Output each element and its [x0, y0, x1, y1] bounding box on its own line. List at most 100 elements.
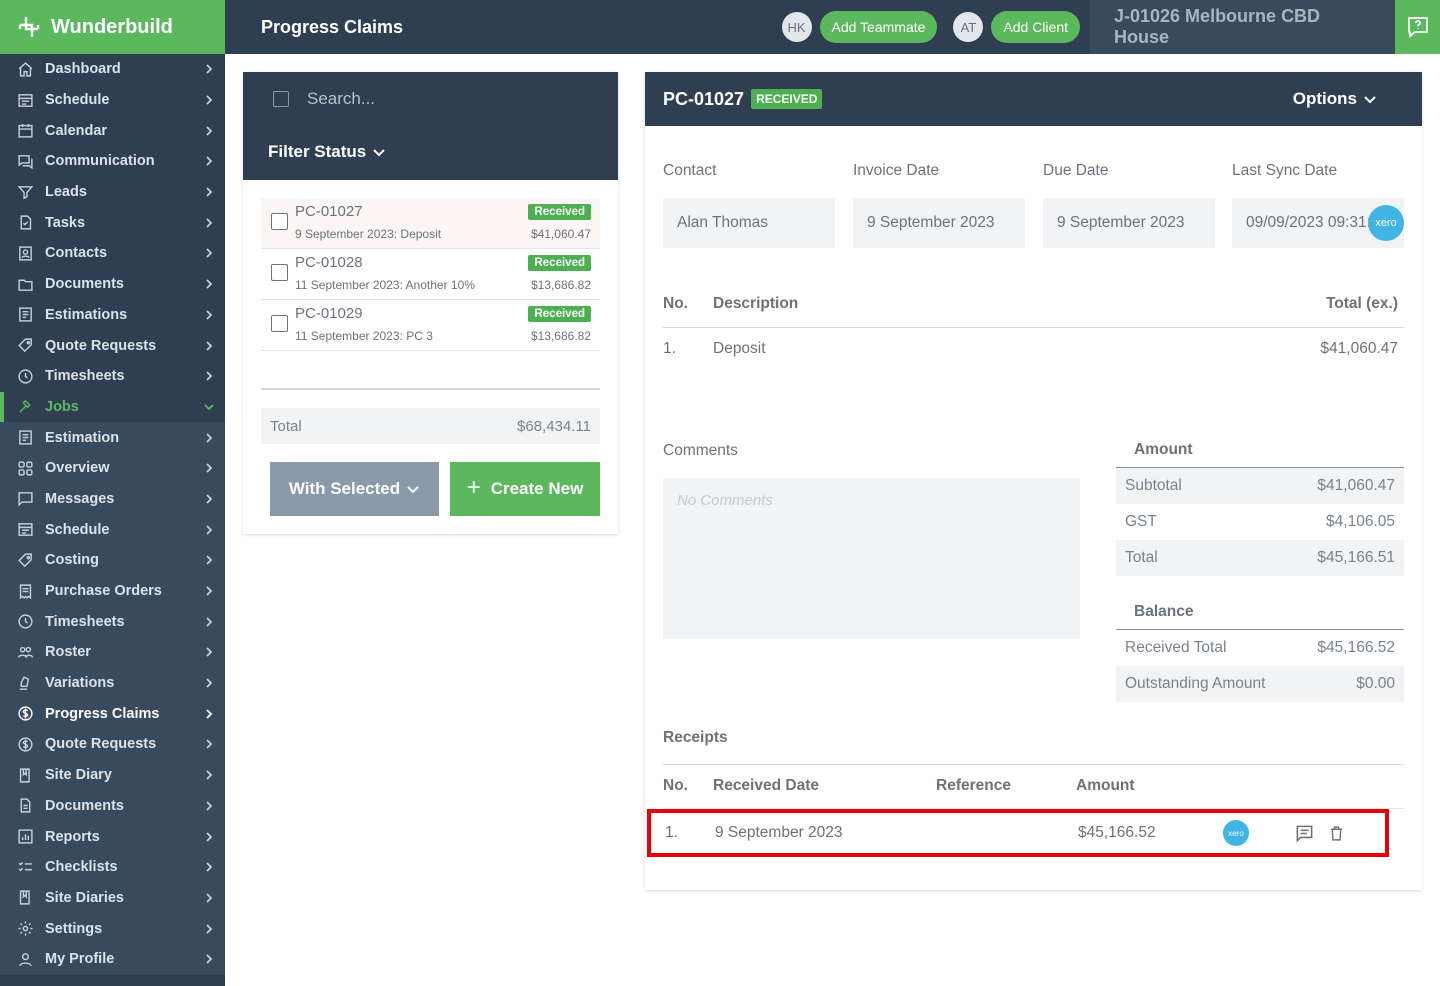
sidebar-item-reports[interactable]: Reports: [0, 821, 225, 852]
add-teammate-button[interactable]: Add Teammate: [819, 11, 938, 43]
sidebar-item-messages[interactable]: Messages: [0, 483, 225, 515]
chevron-right-icon: [206, 831, 213, 842]
sidebar-item-quote-requests[interactable]: Quote Requests: [0, 330, 225, 361]
invoice-date-field[interactable]: 9 September 2023: [853, 198, 1025, 248]
hammer-icon: [16, 398, 34, 416]
sidebar-item-label: Timesheets: [45, 613, 125, 630]
receipts-header: No. Received Date Reference Amount: [663, 764, 1404, 809]
sidebar-item-settings[interactable]: Settings: [0, 913, 225, 944]
job-name[interactable]: J-01026 Melbourne CBD House: [1090, 0, 1395, 54]
avatar-at[interactable]: AT: [953, 12, 984, 42]
chevron-right-icon: [206, 678, 213, 688]
claim-row[interactable]: PC-01027 9 September 2023: Deposit Recei…: [261, 198, 600, 249]
detail-header: PC-01027 RECEIVED Options: [645, 72, 1422, 126]
sidebar-item-tasks[interactable]: Tasks: [0, 207, 225, 238]
sidebar-item-quote-requests[interactable]: Quote Requests: [0, 729, 225, 760]
filter-status-dropdown[interactable]: Filter Status: [268, 142, 386, 162]
comments-field[interactable]: No Comments: [663, 478, 1080, 639]
comment-icon[interactable]: [1293, 822, 1315, 844]
sidebar-item-label: Calendar: [45, 122, 108, 139]
claim-amount: $13,686.82: [530, 278, 591, 292]
sidebar-item-timesheets[interactable]: Timesheets: [0, 606, 225, 638]
select-all-checkbox[interactable]: [273, 91, 289, 107]
page-title: Progress Claims: [261, 16, 404, 37]
chevron-right-icon: [206, 739, 213, 750]
sidebar-item-roster[interactable]: Roster: [0, 637, 225, 668]
sidebar-item-progress-claims[interactable]: Progress Claims: [0, 698, 225, 730]
feedback-button[interactable]: [1395, 0, 1440, 54]
sidebar-item-purchase-orders[interactable]: Purchase Orders: [0, 575, 225, 607]
claim-amount: $13,686.82: [530, 329, 591, 343]
chart-icon: [16, 828, 34, 846]
sidebar-item-documents[interactable]: Documents: [0, 790, 225, 822]
received-total-label: Received Total: [1125, 639, 1227, 656]
subtotal-row: Subtotal $41,060.47: [1116, 468, 1404, 504]
create-new-button[interactable]: + Create New: [450, 462, 600, 516]
claim-title: PC-01027: [663, 88, 745, 109]
sidebar-item-site-diary[interactable]: Site Diary: [0, 759, 225, 791]
sidebar-item-label: Timesheets: [45, 368, 125, 385]
trash-icon[interactable]: [1325, 822, 1347, 844]
claim-checkbox[interactable]: [271, 315, 288, 332]
line-no: 1.: [663, 340, 676, 357]
sidebar-item-label: Documents: [45, 797, 124, 814]
options-dropdown[interactable]: Options: [1293, 89, 1377, 109]
claim-row[interactable]: PC-01028 11 September 2023: Another 10% …: [261, 249, 600, 300]
xero-icon[interactable]: xero: [1368, 205, 1404, 241]
avatar-hk[interactable]: HK: [781, 12, 812, 42]
chevron-right-icon: [206, 923, 213, 934]
dollar-icon: [16, 705, 34, 723]
sidebar-item-schedule[interactable]: Schedule: [0, 85, 225, 116]
sidebar-item-jobs[interactable]: Jobs: [0, 391, 225, 423]
chevron-right-icon: [206, 248, 213, 259]
grid-icon: [16, 459, 34, 477]
chevron-right-icon: [206, 709, 213, 719]
checklist-icon: [16, 858, 34, 876]
sidebar-item-estimations[interactable]: Estimations: [0, 300, 225, 331]
message-icon: [16, 490, 34, 508]
search-input[interactable]: [307, 89, 587, 109]
sidebar-item-site-diaries[interactable]: Site Diaries: [0, 882, 225, 914]
gst-row: GST $4,106.05: [1116, 504, 1404, 540]
comments-label: Comments: [663, 442, 738, 459]
xero-icon[interactable]: xero: [1223, 820, 1249, 846]
due-date-field[interactable]: 9 September 2023: [1043, 198, 1215, 248]
sidebar-item-dashboard[interactable]: Dashboard: [0, 54, 225, 85]
total-label: Total: [1125, 549, 1158, 566]
col-received-date: Received Date: [713, 777, 819, 794]
sidebar-item-label: Variations: [45, 675, 115, 692]
claim-checkbox[interactable]: [271, 264, 288, 281]
book-icon: [16, 889, 34, 907]
sidebar-item-timesheets[interactable]: Timesheets: [0, 361, 225, 392]
chevron-right-icon: [206, 432, 213, 443]
sidebar-item-schedule[interactable]: Schedule: [0, 514, 225, 545]
chevron-right-icon: [206, 862, 213, 872]
gst-label: GST: [1125, 513, 1157, 530]
folder-icon: [16, 275, 34, 293]
contact-field[interactable]: Alan Thomas: [663, 198, 835, 248]
chevron-right-icon: [206, 525, 213, 535]
sidebar-item-contacts[interactable]: Contacts: [0, 238, 225, 269]
claim-row[interactable]: PC-01029 11 September 2023: PC 3 Receive…: [261, 300, 600, 351]
claim-detail-panel: PC-01027 RECEIVED Options Contact Invoic…: [645, 72, 1422, 890]
leads-icon: [16, 183, 34, 201]
sidebar-item-overview[interactable]: Overview: [0, 452, 225, 484]
add-client-button[interactable]: Add Client: [991, 11, 1080, 43]
sidebar-item-communication[interactable]: Communication: [0, 146, 225, 177]
with-selected-button[interactable]: With Selected: [270, 462, 439, 516]
contacts-icon: [16, 244, 34, 262]
sidebar-item-checklists[interactable]: Checklists: [0, 851, 225, 883]
estimation-icon: [16, 429, 34, 447]
claim-description: 11 September 2023: Another 10%: [295, 278, 475, 292]
sidebar-item-estimation[interactable]: Estimation: [0, 422, 225, 453]
sidebar-item-costing[interactable]: Costing: [0, 545, 225, 576]
sidebar-item-calendar[interactable]: Calendar: [0, 115, 225, 146]
sidebar-item-variations[interactable]: Variations: [0, 667, 225, 699]
sidebar-item-my-profile[interactable]: My Profile: [0, 943, 225, 975]
sidebar-item-leads[interactable]: Leads: [0, 177, 225, 208]
claim-checkbox[interactable]: [271, 213, 288, 230]
sidebar: Wunderbuild Dashboard Schedule Calendar Com…: [0, 0, 225, 986]
receipt-row[interactable]: 1. 9 September 2023 $45,166.52 xero: [647, 809, 1389, 857]
sidebar-item-documents[interactable]: Documents: [0, 269, 225, 300]
app-logo[interactable]: Wunderbuild: [0, 0, 225, 54]
